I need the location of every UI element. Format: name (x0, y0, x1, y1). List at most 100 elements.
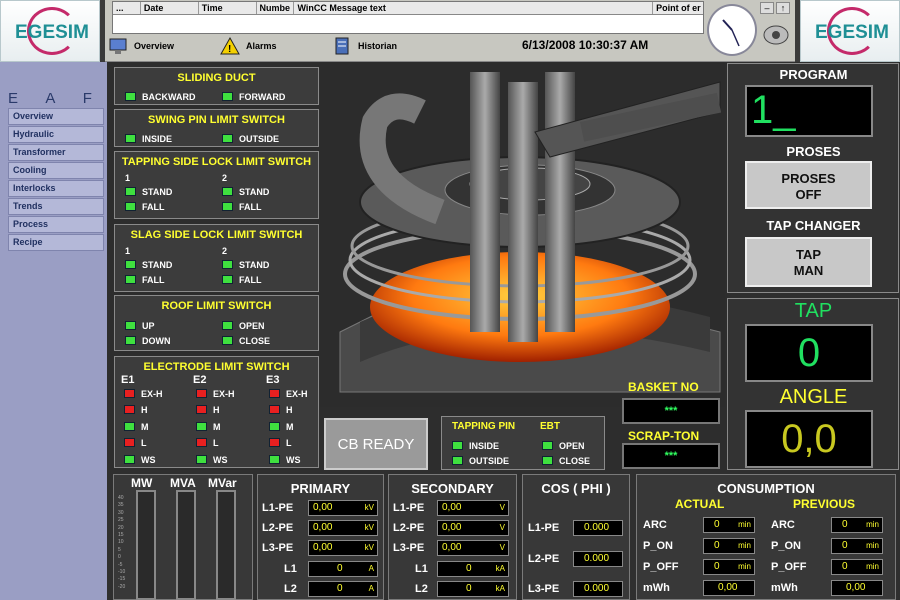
mva-bar (176, 490, 196, 600)
furnace-illustration (320, 62, 725, 407)
tapping-pin-title: TAPPING PIN (452, 421, 516, 432)
monitor-icon (109, 38, 127, 54)
col-header[interactable]: Point of er (653, 2, 703, 14)
e2-h-indicator (196, 405, 207, 414)
inside-indicator (125, 134, 136, 143)
nav-item-interlocks[interactable]: Interlocks (8, 180, 104, 197)
e1-ws-indicator (124, 455, 135, 464)
mwh-previous-value: 0,00 (831, 580, 883, 596)
h-label: H (286, 405, 293, 415)
forward-label: FORWARD (239, 92, 286, 102)
open-indicator (222, 321, 233, 330)
col-header[interactable]: ... (113, 2, 141, 14)
close-label: CLOSE (239, 336, 271, 346)
consumption-title: CONSUMPTION (717, 481, 815, 496)
forward-indicator (222, 92, 233, 101)
mvar-label: MVar (208, 476, 237, 490)
cb-ready-button[interactable]: CB READY (324, 418, 428, 470)
nav-item-overview[interactable]: Overview (8, 108, 104, 125)
close-label: CLOSE (559, 456, 591, 466)
row-label: L1-PE (393, 502, 425, 514)
stand-label: STAND (239, 187, 270, 197)
inside-label: INSIDE (142, 134, 173, 144)
egesim-logo-right: EGESIM (800, 0, 900, 62)
program-label: PROGRAM (779, 67, 848, 82)
outside-label: OUTSIDE (239, 134, 280, 144)
l2-a-value: 0A (308, 581, 378, 597)
nav-item-process[interactable]: Process (8, 216, 104, 233)
col-1-label: 1 (125, 173, 131, 183)
proses-btn-line1: PROSES (781, 171, 836, 186)
overview-label: Overview (134, 41, 175, 51)
restore-icon[interactable]: ↑ (776, 2, 790, 14)
angle-label: ANGLE (779, 386, 848, 408)
ws-label: WS (286, 455, 301, 465)
nav-item-recipe[interactable]: Recipe (8, 234, 104, 251)
nav-item-cooling[interactable]: Cooling (8, 162, 104, 179)
row-label: mWh (643, 582, 670, 594)
pon-previous-value: 0 min (831, 538, 883, 554)
slag-lock-title: SLAG SIDE LOCK LIMIT SWITCH (130, 229, 303, 241)
logo-text: EGESIM (815, 22, 889, 43)
roof-title: ROOF LIMIT SWITCH (161, 300, 272, 312)
nav-item-trends[interactable]: Trends (8, 198, 104, 215)
row-label: L3-PE (528, 583, 560, 595)
m-label: M (141, 422, 149, 432)
tap-display: 0 (745, 324, 873, 382)
svg-text:!: ! (228, 44, 231, 55)
l2pe-v-value: 0,00 V (437, 520, 509, 536)
egesim-logo-left: EGESIM (0, 0, 100, 62)
mw-label: MW (131, 476, 153, 490)
previous-label: PREVIOUS (793, 497, 856, 511)
message-table[interactable]: ... Date Time Numbe WinCC Message text P… (112, 1, 704, 34)
electrode-limit-panel: ELECTRODE LIMIT SWITCH E1 E2 E3 EX-H H M… (114, 356, 319, 468)
stand-1-indicator (125, 187, 136, 196)
warning-icon: ! (220, 37, 240, 55)
backward-label: BACKWARD (142, 92, 196, 102)
open-label: OPEN (559, 441, 585, 451)
nav-item-hydraulic[interactable]: Hydraulic (8, 126, 104, 143)
sliding-duct-title: SLIDING DUCT (177, 72, 256, 84)
e3-m-indicator (269, 422, 280, 431)
stand-label: STAND (142, 187, 173, 197)
cos-phi-title: COS ( PHI ) (541, 481, 611, 496)
tap-man-button[interactable]: TAP MAN (745, 237, 872, 287)
down-indicator (125, 336, 136, 345)
program-display[interactable]: 1_ (745, 85, 873, 137)
swing-pin-panel: SWING PIN LIMIT SWITCH INSIDE OUTSIDE (114, 109, 319, 147)
col-header[interactable]: WinCC Message text (294, 2, 654, 14)
minimize-icon[interactable]: – (760, 2, 774, 14)
historian-button[interactable]: Historian (332, 36, 397, 56)
electrode-title: ELECTRODE LIMIT SWITCH (143, 361, 290, 373)
m-label: M (213, 422, 221, 432)
proses-label: PROSES (786, 144, 841, 159)
exit-button[interactable] (762, 20, 790, 48)
nav-item-transformer[interactable]: Transformer (8, 144, 104, 161)
col-header[interactable]: Date (141, 2, 199, 14)
h-label: H (141, 405, 148, 415)
fall-2-indicator (222, 202, 233, 211)
e2-ws-indicator (196, 455, 207, 464)
proses-off-button[interactable]: PROSES OFF (745, 161, 872, 209)
alarms-button[interactable]: ! Alarms (220, 36, 277, 56)
ebt-title: EBT (540, 421, 560, 432)
overview-button[interactable]: Overview (108, 36, 174, 56)
ws-label: WS (141, 455, 156, 465)
tap-btn-line1: TAP (795, 247, 822, 262)
roof-limit-panel: ROOF LIMIT SWITCH UP OPEN DOWN CLOSE (114, 295, 319, 351)
row-label: P_OFF (771, 561, 807, 573)
l3pe-cos-value: 0.000 (573, 581, 623, 597)
tap-label: TAP (794, 300, 833, 322)
secondary-title: SECONDARY (411, 481, 494, 496)
mva-label: MVA (170, 476, 196, 490)
up-label: UP (142, 321, 155, 331)
scrap-ton-label: SCRAP-TON (628, 429, 700, 443)
up-indicator (125, 321, 136, 330)
col-header[interactable]: Time (199, 2, 257, 14)
row-label: L1 (415, 563, 428, 575)
col-header[interactable]: Numbe (257, 2, 295, 14)
l2pe-kv-value: 0,00 kV (308, 520, 378, 536)
l1-a-value: 0A (308, 561, 378, 577)
e3-label: E3 (266, 374, 280, 386)
row-label: mWh (771, 582, 798, 594)
